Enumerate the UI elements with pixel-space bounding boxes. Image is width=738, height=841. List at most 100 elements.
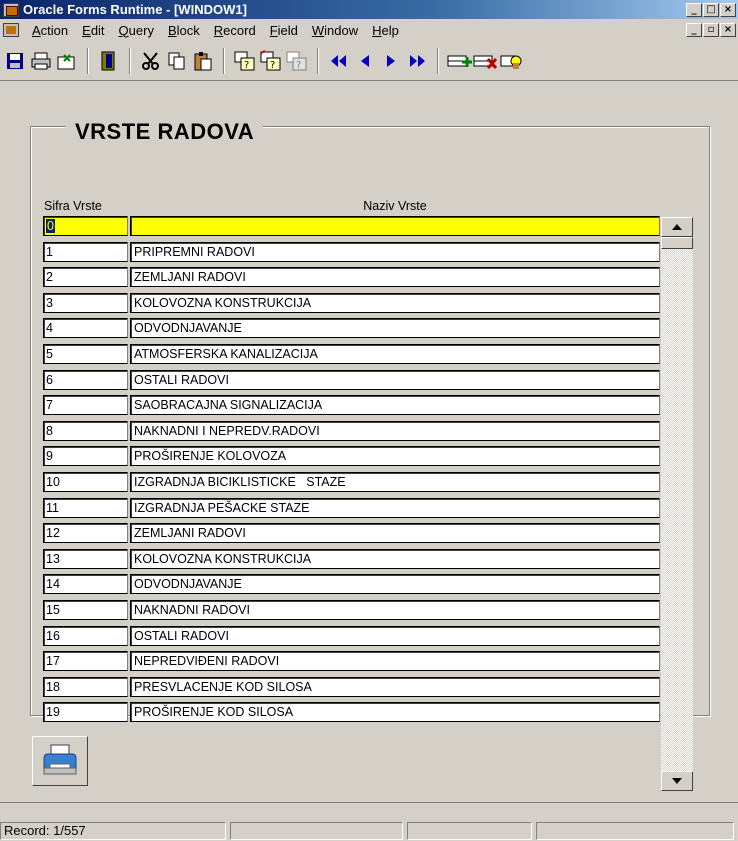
sifra-vrste-field[interactable]: 6 (43, 370, 128, 390)
sifra-vrste-value: 0 (46, 219, 55, 233)
sifra-vrste-value: 19 (46, 705, 60, 719)
menu-field[interactable]: Field (263, 23, 305, 38)
records-scrollbar[interactable] (661, 217, 693, 791)
clear-icon[interactable] (54, 47, 80, 75)
sifra-vrste-field[interactable]: 4 (43, 318, 128, 338)
arrow-down-icon (672, 778, 682, 784)
menu-action[interactable]: Action (25, 23, 75, 38)
sifra-vrste-value: 5 (46, 347, 53, 361)
sifra-vrste-field[interactable]: 13 (43, 549, 128, 569)
naziv-vrste-field[interactable]: ZEMLJANI RADOVI (130, 267, 660, 287)
scroll-down-button[interactable] (661, 771, 693, 791)
menu-label: ecord (223, 22, 256, 38)
next-block-icon[interactable] (404, 47, 430, 75)
naziv-vrste-field[interactable]: IZGRADNJA BICIKLISTICKE STAZE (130, 472, 660, 492)
execute-query-icon[interactable]: ? (258, 47, 284, 75)
scrollbar-thumb[interactable] (661, 237, 693, 249)
naziv-vrste-field[interactable]: KOLOVOZNA KONSTRUKCIJA (130, 293, 660, 313)
naziv-vrste-field[interactable]: SAOBRACAJNA SIGNALIZACIJA (130, 395, 660, 415)
save-icon[interactable] (2, 47, 28, 75)
sifra-vrste-field[interactable]: 12 (43, 523, 128, 543)
cut-icon[interactable] (138, 47, 164, 75)
sifra-vrste-value: 3 (46, 296, 53, 310)
print-button[interactable] (32, 736, 88, 786)
menu-block[interactable]: Block (161, 23, 207, 38)
table-row: 5 ATMOSFERSKA KANALIZACIJA (43, 344, 660, 366)
menu-accel: H (372, 22, 382, 38)
naziv-vrste-field[interactable]: IZGRADNJA PEŠACKE STAZE (130, 498, 660, 518)
sifra-vrste-field[interactable]: 15 (43, 600, 128, 620)
naziv-vrste-field[interactable]: PROŠIRENJE KOLOVOZA (130, 446, 660, 466)
menu-edit[interactable]: Edit (75, 23, 111, 38)
naziv-vrste-field[interactable]: OSTALI RADOVI (130, 370, 660, 390)
print-icon[interactable] (28, 47, 54, 75)
sifra-vrste-field[interactable]: 10 (43, 472, 128, 492)
paste-icon[interactable] (190, 47, 216, 75)
record-counter: Record: 1/557 (0, 822, 226, 840)
maximize-button[interactable]: □ (703, 2, 719, 17)
menu-window[interactable]: Window (305, 23, 365, 38)
cancel-query-icon[interactable]: ? (284, 47, 310, 75)
sifra-vrste-value: 2 (46, 270, 53, 284)
naziv-vrste-field[interactable]: NAKNADNI RADOVI (130, 600, 660, 620)
menu-bar: Action Edit Query Block Record Field Win… (0, 19, 738, 41)
copy-icon[interactable] (164, 47, 190, 75)
naziv-vrste-field[interactable]: NEPREDVIĐENI RADOVI (130, 651, 660, 671)
naziv-vrste-field[interactable]: ODVODNJAVANJE (130, 574, 660, 594)
insert-record-icon[interactable] (446, 47, 472, 75)
sifra-vrste-field[interactable]: 1 (43, 242, 128, 262)
naziv-vrste-field[interactable]: PRESVLACENJE KOD SILOSA (130, 677, 660, 697)
sifra-vrste-field[interactable]: 9 (43, 446, 128, 466)
scroll-up-button[interactable] (661, 217, 693, 237)
help-icon[interactable] (498, 47, 524, 75)
sifra-vrste-field[interactable]: 11 (43, 498, 128, 518)
sifra-vrste-field[interactable]: 14 (43, 574, 128, 594)
sifra-vrste-value: 10 (46, 475, 60, 489)
sifra-vrste-value: 16 (46, 629, 60, 643)
minimize-button[interactable]: _ (686, 2, 702, 17)
sifra-vrste-field[interactable]: 8 (43, 421, 128, 441)
table-row: 18 PRESVLACENJE KOD SILOSA (43, 677, 660, 699)
form-close-button[interactable]: × (720, 23, 736, 37)
naziv-vrste-field[interactable]: PROŠIRENJE KOD SILOSA (130, 702, 660, 722)
previous-block-icon[interactable] (326, 47, 352, 75)
form-minimize-button[interactable]: _ (686, 23, 702, 37)
enter-query-icon[interactable]: ? (232, 47, 258, 75)
naziv-vrste-field[interactable]: ODVODNJAVANJE (130, 318, 660, 338)
exit-icon[interactable] (96, 47, 122, 75)
naziv-vrste-field[interactable] (130, 216, 660, 236)
oracle-forms-app-icon[interactable] (3, 2, 19, 17)
sifra-vrste-field[interactable]: 7 (43, 395, 128, 415)
sifra-vrste-field[interactable]: 3 (43, 293, 128, 313)
naziv-vrste-field[interactable]: ATMOSFERSKA KANALIZACIJA (130, 344, 660, 364)
menu-help[interactable]: Help (365, 23, 406, 38)
sifra-vrste-field[interactable]: 16 (43, 626, 128, 646)
sifra-vrste-field[interactable]: 18 (43, 677, 128, 697)
delete-record-icon[interactable] (472, 47, 498, 75)
menu-query[interactable]: Query (112, 23, 161, 38)
naziv-vrste-field[interactable]: OSTALI RADOVI (130, 626, 660, 646)
toolbar-separator (437, 47, 439, 74)
title-bar[interactable]: Oracle Forms Runtime - [WINDOW1] _ □ × (0, 0, 738, 19)
sifra-vrste-field[interactable]: 5 (43, 344, 128, 364)
table-row: 14 ODVODNJAVANJE (43, 574, 660, 596)
sifra-vrste-value: 13 (46, 552, 60, 566)
naziv-vrste-field[interactable]: KOLOVOZNA KONSTRUKCIJA (130, 549, 660, 569)
sifra-vrste-field[interactable]: 2 (43, 267, 128, 287)
naziv-vrste-field[interactable]: PRIPREMNI RADOVI (130, 242, 660, 262)
menu-record[interactable]: Record (207, 23, 263, 38)
naziv-vrste-field[interactable]: ZEMLJANI RADOVI (130, 523, 660, 543)
next-record-icon[interactable] (378, 47, 404, 75)
status-bar: Record: 1/557 (0, 802, 738, 841)
toolbar: ? ? ? (0, 41, 738, 81)
form-window-icon[interactable] (3, 23, 19, 37)
sifra-vrste-field[interactable]: 19 (43, 702, 128, 722)
form-restore-button[interactable]: ▫ (703, 23, 719, 37)
table-row: 19 PROŠIRENJE KOD SILOSA (43, 702, 660, 724)
close-button[interactable]: × (720, 2, 736, 17)
sifra-vrste-field[interactable]: 17 (43, 651, 128, 671)
printer-icon (43, 744, 77, 775)
sifra-vrste-field[interactable]: 0 (43, 216, 128, 236)
previous-record-icon[interactable] (352, 47, 378, 75)
naziv-vrste-field[interactable]: NAKNADNI I NEPREDV.RADOVI (130, 421, 660, 441)
